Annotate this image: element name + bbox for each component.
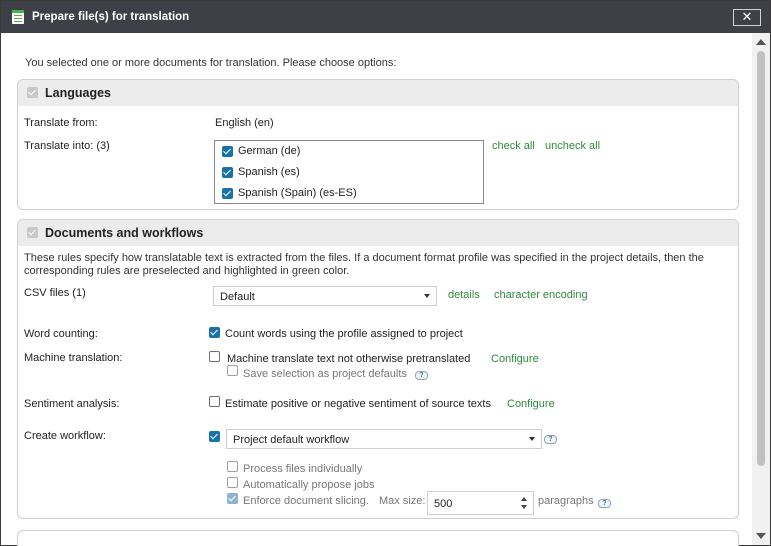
csv-profile-select[interactable]: Default [213,286,437,306]
translate-into-label: Translate into: (3) [24,140,110,152]
word-counting-label: Word counting: [24,328,98,340]
target-checkbox-es-es[interactable] [222,188,233,199]
documents-panel: Documents and workflows These rules spec… [17,219,739,519]
csv-profile-selected: Default [220,291,255,303]
stepper-down-icon[interactable] [521,505,527,509]
documents-description-line2: corresponding rules are preselected and … [24,265,350,277]
close-icon: ✕ [741,9,753,24]
auto-propose-jobs-checkbox[interactable] [227,477,238,488]
intro-text: You selected one or more documents for t… [25,57,397,69]
max-size-value: 500 [434,498,453,510]
workflow-selected: Project default workflow [233,434,350,446]
save-defaults-label: Save selection as project defaults [243,368,407,380]
help-icon[interactable]: ? [598,499,611,508]
documents-panel-title: Documents and workflows [45,226,204,240]
scroll-up-icon[interactable] [756,39,766,45]
target-label-de: German (de) [238,145,301,157]
process-individually-checkbox[interactable] [227,461,238,472]
languages-panel-title: Languages [45,86,111,100]
sentiment-analysis-option: Estimate positive or negative sentiment … [225,398,491,410]
create-workflow-checkbox[interactable] [209,431,220,442]
machine-translation-configure-link[interactable]: Configure [491,353,539,365]
csv-files-label: CSV files (1) [24,287,86,299]
target-checkbox-de[interactable] [222,146,233,157]
help-icon[interactable]: ? [415,371,428,380]
process-individually-label: Process files individually [243,463,363,475]
save-defaults-checkbox[interactable] [227,365,238,376]
machine-translation-label: Machine translation: [24,352,123,364]
workflow-select[interactable]: Project default workflow [226,429,542,449]
documents-description-line1: These rules specify how translatable tex… [24,252,704,264]
character-encoding-link[interactable]: character encoding [494,289,588,301]
help-icon[interactable]: ? [544,435,557,444]
prepare-translation-dialog: Prepare file(s) for translation ✕ You se… [0,0,771,546]
auto-propose-jobs-label: Automatically propose jobs [243,479,375,491]
sentiment-configure-link[interactable]: Configure [507,398,555,410]
close-button[interactable]: ✕ [733,9,761,26]
vertical-scrollbar[interactable] [752,33,770,545]
languages-section-checkbox [27,87,38,98]
details-link[interactable]: details [448,289,480,301]
paragraphs-label: paragraphs [538,495,594,507]
translate-from-label: Translate from: [24,117,98,129]
dialog-title: Prepare file(s) for translation [32,11,190,23]
sentiment-analysis-checkbox[interactable] [209,396,220,407]
enforce-slicing-checkbox[interactable] [227,493,238,504]
dialog-content: You selected one or more documents for t… [5,33,752,546]
chevron-down-icon [424,294,430,298]
languages-panel: Languages Translate from: English (en) T… [17,79,739,210]
stepper-up-icon[interactable] [521,497,527,501]
check-all-link[interactable]: check all [492,140,535,152]
documents-section-checkbox [27,227,38,238]
target-label-es-es: Spanish (Spain) (es-ES) [238,187,357,199]
sentiment-analysis-label: Sentiment analysis: [24,398,120,410]
languages-panel-header: Languages [18,80,738,106]
translate-from-value: English (en) [215,117,274,129]
machine-translation-checkbox[interactable] [209,351,220,362]
machine-translation-option: Machine translate text not otherwise pre… [227,353,471,365]
scroll-down-icon[interactable] [756,533,766,539]
target-checkbox-es[interactable] [222,167,233,178]
chevron-down-icon [529,437,535,441]
documents-panel-header: Documents and workflows [18,220,738,246]
dialog-titlebar: Prepare file(s) for translation ✕ [1,1,770,33]
target-language-list: German (de) Spanish (es) Spanish (Spain)… [214,140,484,204]
scrollbar-thumb[interactable] [757,51,765,466]
word-counting-option: Count words using the profile assigned t… [225,328,463,340]
word-counting-checkbox[interactable] [209,327,220,338]
max-size-stepper[interactable]: 500 [427,491,534,515]
max-size-label: Max size: [379,495,426,507]
next-panel-edge [17,530,739,546]
create-workflow-label: Create workflow: [24,430,106,442]
target-label-es: Spanish (es) [238,166,300,178]
document-list-icon [12,10,24,24]
uncheck-all-link[interactable]: uncheck all [545,140,600,152]
enforce-slicing-label: Enforce document slicing. [243,495,369,507]
